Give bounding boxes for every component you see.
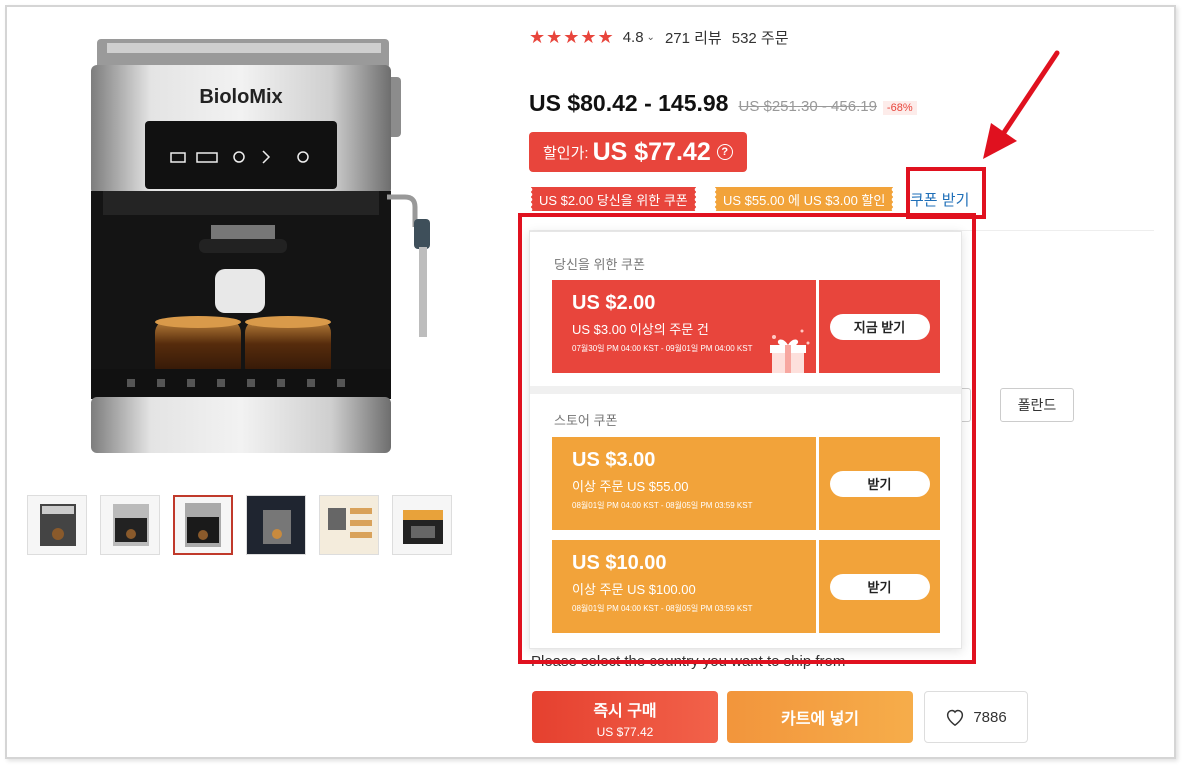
coupon-dates: 07월30일 PM 04:00 KST - 09월01일 PM 04:00 KS… xyxy=(572,344,753,353)
coupon-body: US $10.00 이상 주문 US $100.00 08월01일 PM 04:… xyxy=(549,540,816,633)
coupon-popup: 당신을 위한 쿠폰 US $2.00 US $3.00 이상의 주문 건 07월… xyxy=(529,231,962,649)
get-coupon-link[interactable]: 쿠폰 받기 xyxy=(910,189,969,210)
claim-button[interactable]: 받기 xyxy=(829,470,930,497)
sale-price-value: US $77.42 xyxy=(592,137,711,166)
coupon-stub: 받기 xyxy=(819,540,943,633)
rating-value: 4.8 xyxy=(622,29,644,46)
buy-now-price: US $77.42 xyxy=(596,725,654,739)
coupon-dates: 08월01일 PM 04:00 KST - 08월05일 PM 03:59 KS… xyxy=(572,501,753,510)
coupon-stub: 지금 받기 xyxy=(819,280,943,373)
claim-now-button[interactable]: 지금 받기 xyxy=(829,313,930,340)
sale-price-label: 할인가: xyxy=(543,144,589,162)
discount-badge: -68% xyxy=(882,101,917,115)
coupon-card: US $3.00 이상 주문 US $55.00 08월01일 PM 04:00… xyxy=(549,437,943,530)
brand-label: BioloMix xyxy=(199,86,282,108)
coupon-body: US $2.00 US $3.00 이상의 주문 건 07월30일 PM 04:… xyxy=(549,280,816,373)
review-count[interactable]: 271 리뷰 xyxy=(665,27,722,48)
wishlist-count: 7886 xyxy=(973,708,1007,726)
coupon-dates: 08월01일 PM 04:00 KST - 08월05일 PM 03:59 KS… xyxy=(572,604,753,613)
country-button-poland[interactable]: 폴란드 xyxy=(1000,388,1074,422)
store-coupons-title: 스토어 쿠폰 xyxy=(554,413,618,428)
coupon-stub: 받기 xyxy=(819,437,943,530)
store-coupon-tag[interactable]: US $55.00 에 US $3.00 할인 xyxy=(713,187,894,211)
personal-coupons-title: 당신을 위한 쿠폰 xyxy=(554,257,645,272)
coupon-body: US $3.00 이상 주문 US $55.00 08월01일 PM 04:00… xyxy=(549,437,816,530)
buy-now-label: 즉시 구매 xyxy=(593,703,657,720)
coupon-condition: 이상 주문 US $100.00 xyxy=(572,582,696,597)
product-page: BioloMix ★★★★★ 4.8 ⌄ 271 리뷰 532 주문 US $8… xyxy=(5,5,1176,759)
question-icon[interactable]: ? xyxy=(716,144,733,160)
sale-price-box: 할인가: US $77.42 ? xyxy=(529,132,747,172)
thumbnail-6[interactable] xyxy=(392,495,452,555)
arrow-annotation xyxy=(983,50,1060,159)
product-main-image: BioloMix xyxy=(47,29,447,469)
wishlist-button[interactable]: 7886 xyxy=(924,691,1028,743)
coupon-card: US $10.00 이상 주문 US $100.00 08월01일 PM 04:… xyxy=(549,540,943,633)
thumbnail-5[interactable] xyxy=(319,495,379,555)
price-row: US $80.42 - 145.98 US $251.30 - 456.19 -… xyxy=(529,90,917,117)
thumbnail-3-selected[interactable] xyxy=(173,495,233,555)
thumbnail-strip xyxy=(27,495,452,555)
thumbnail-4[interactable] xyxy=(246,495,306,555)
coupon-amount: US $10.00 xyxy=(572,552,667,574)
thumbnail-2[interactable] xyxy=(100,495,160,555)
heart-icon xyxy=(947,709,964,726)
coupon-amount: US $2.00 xyxy=(572,292,656,314)
personal-coupon-tag[interactable]: US $2.00 당신을 위한 쿠폰 xyxy=(530,187,696,211)
original-price: US $251.30 - 456.19 xyxy=(738,98,877,115)
star-icon: ★★★★★ xyxy=(529,27,615,47)
claim-button[interactable]: 받기 xyxy=(829,573,930,600)
section-separator xyxy=(530,386,961,394)
buy-now-button[interactable]: 즉시 구매 US $77.42 xyxy=(532,691,718,743)
chevron-down-icon[interactable]: ⌄ xyxy=(647,32,655,43)
add-to-cart-button[interactable]: 카트에 넣기 xyxy=(727,691,913,743)
coupon-condition: 이상 주문 US $55.00 xyxy=(572,479,689,494)
thumbnail-1[interactable] xyxy=(27,495,87,555)
order-count: 532 주문 xyxy=(731,30,789,47)
price-range: US $80.42 - 145.98 xyxy=(529,90,729,116)
rating-row: ★★★★★ 4.8 ⌄ 271 리뷰 532 주문 xyxy=(529,27,789,48)
gift-icon xyxy=(770,329,810,373)
coupon-card: US $2.00 US $3.00 이상의 주문 건 07월30일 PM 04:… xyxy=(549,280,943,373)
coupon-amount: US $3.00 xyxy=(572,449,656,471)
ship-from-prompt: Please select the country you want to sh… xyxy=(531,653,846,670)
